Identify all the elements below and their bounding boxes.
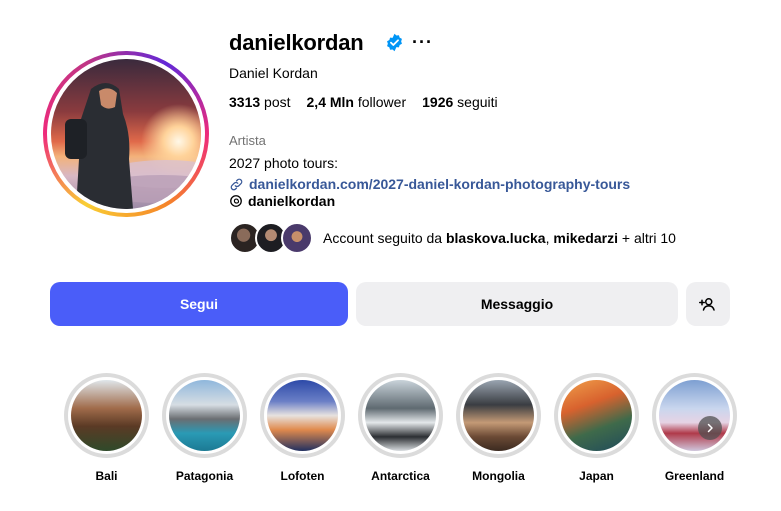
- avatar-photo: [51, 59, 201, 209]
- highlights-next-button[interactable]: [698, 416, 722, 440]
- highlight-cover: [267, 380, 338, 451]
- chevron-right-icon: [707, 423, 713, 433]
- posts-stat: 3313 post: [229, 94, 291, 110]
- verified-badge-icon: [387, 33, 402, 52]
- profile-avatar[interactable]: [43, 51, 209, 217]
- more-options-button[interactable]: ···: [412, 32, 433, 53]
- highlight-bali[interactable]: Bali: [64, 373, 149, 483]
- suggest-users-button[interactable]: [686, 282, 730, 326]
- highlight-label: Antarctica: [371, 469, 430, 483]
- highlight-antarctica[interactable]: Antarctica: [358, 373, 443, 483]
- highlight-label: Greenland: [664, 469, 725, 483]
- highlight-cover: [365, 380, 436, 451]
- profile-link-text[interactable]: danielkordan.com/2027-daniel-kordan-phot…: [249, 176, 630, 192]
- story-highlights: Bali Patagonia Lofoten Antarctica Mongol…: [64, 373, 737, 483]
- threads-handle[interactable]: danielkordan: [248, 193, 335, 209]
- profile-bio: 2027 photo tours:: [229, 155, 338, 171]
- link-icon: [230, 178, 243, 190]
- profile-stats: 3313 post 2,4 Mln follower 1926 seguiti: [229, 94, 498, 110]
- highlight-patagonia[interactable]: Patagonia: [162, 373, 247, 483]
- followed-by[interactable]: Account seguito da blaskova.lucka, miked…: [229, 222, 676, 254]
- message-button[interactable]: Messaggio: [356, 282, 678, 326]
- highlight-label: Patagonia: [175, 469, 234, 483]
- highlight-cover: [71, 380, 142, 451]
- highlight-cover: [659, 380, 730, 451]
- highlight-label: Mongolia: [472, 469, 525, 483]
- follow-button[interactable]: Segui: [50, 282, 348, 326]
- highlight-greenland[interactable]: Greenland: [652, 373, 737, 483]
- highlight-label: Bali: [95, 469, 118, 483]
- threads-icon: [230, 195, 242, 207]
- highlight-mongolia[interactable]: Mongolia: [456, 373, 541, 483]
- highlight-cover: [463, 380, 534, 451]
- followers-stat[interactable]: 2,4 Mln follower: [307, 94, 407, 110]
- following-stat[interactable]: 1926 seguiti: [422, 94, 498, 110]
- followed-by-text: Account seguito da blaskova.lucka, miked…: [323, 230, 676, 246]
- highlight-japan[interactable]: Japan: [554, 373, 639, 483]
- highlight-lofoten[interactable]: Lofoten: [260, 373, 345, 483]
- profile-full-name: Daniel Kordan: [229, 65, 318, 81]
- highlight-label: Japan: [579, 469, 614, 483]
- highlight-cover: [561, 380, 632, 451]
- highlight-label: Lofoten: [280, 469, 325, 483]
- profile-username: danielkordan: [229, 30, 364, 55]
- follower-avatar: [281, 222, 313, 254]
- profile-category: Artista: [229, 133, 266, 148]
- add-user-icon: [699, 298, 715, 311]
- profile-link[interactable]: danielkordan.com/2027-daniel-kordan-phot…: [229, 176, 630, 192]
- highlight-cover: [169, 380, 240, 451]
- threads-link[interactable]: danielkordan: [229, 193, 335, 209]
